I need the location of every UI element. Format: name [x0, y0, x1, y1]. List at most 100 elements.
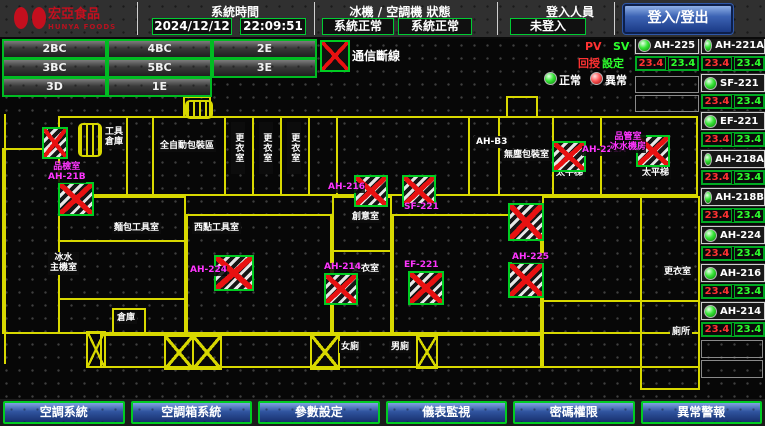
header-bar: 宏亞食品 HUNYA FOODS 系統時間 2024/12/12 22:09:5… — [0, 0, 765, 39]
wall — [60, 298, 184, 300]
abnormal-led-icon — [590, 72, 603, 85]
pv-value: 23.4 — [636, 57, 666, 70]
sv-value: 23.4 — [734, 209, 764, 222]
status-led-icon — [704, 115, 717, 128]
equipment-values: 23.4 23.4 — [701, 132, 765, 147]
stairwell-x-icon — [416, 335, 438, 369]
stairwell-x-icon — [86, 331, 106, 368]
equipment-button-ah-218a[interactable]: AH-218A — [701, 150, 765, 168]
comm-fail-marker[interactable] — [408, 271, 444, 305]
login-logout-button[interactable]: 登入/登出 — [623, 4, 733, 34]
pv-value: 23.4 — [702, 285, 732, 298]
sv-value: 23.4 — [734, 285, 764, 298]
wall — [224, 118, 226, 194]
equipment-values: 23.4 23.4 — [701, 284, 765, 299]
status-led-icon — [704, 39, 712, 52]
wall — [640, 196, 700, 390]
room-label: 廁所 — [670, 326, 692, 338]
bottom-nav-bar: 空調系統 空調箱系統 參數設定 儀表監視 密碼權限 異常警報 — [0, 399, 765, 426]
logo-shape-left — [14, 7, 28, 29]
equipment-button-sf-221[interactable]: SF-221 — [701, 74, 765, 92]
nav-button-param-settings[interactable]: 參數設定 — [258, 401, 380, 424]
floor-button-2e[interactable]: 2E — [212, 39, 317, 59]
wall — [506, 96, 538, 118]
floor-button-2bc[interactable]: 2BC — [2, 39, 107, 59]
equipment-button-ah-214[interactable]: AH-214 — [701, 302, 765, 320]
equipment-values: 23.4 23.4 — [701, 322, 765, 337]
nav-button-ac-system[interactable]: 空調系統 — [3, 401, 125, 424]
equipment-values: 23.4 23.4 — [635, 56, 699, 71]
floor-button-4bc[interactable]: 4BC — [107, 39, 212, 59]
wall — [4, 114, 6, 364]
comm-fail-marker[interactable] — [508, 203, 544, 241]
wall — [152, 118, 154, 194]
comm-fail-marker[interactable] — [324, 273, 358, 305]
equipment-unit-ef-221: EF-221 23.4 23.4 — [701, 112, 765, 147]
equipment-name: SF-221 — [720, 78, 759, 89]
sv-value: 23.4 — [734, 247, 764, 260]
room-label: 全自動包裝區 — [158, 140, 216, 152]
device-label: AH-225 — [512, 253, 549, 263]
nav-button-meter-monitor[interactable]: 儀表監視 — [386, 401, 508, 424]
room-label: AH-B3 — [474, 136, 509, 148]
equipment-values: 23.4 23.4 — [701, 170, 765, 185]
wall — [60, 240, 184, 242]
sv-value: 23.4 — [734, 95, 764, 108]
comm-fail-marker[interactable] — [552, 141, 586, 172]
room-label: 倉庫 — [115, 312, 137, 324]
device-label: AH-214 — [324, 263, 361, 273]
floor-button-3e[interactable]: 3E — [212, 58, 317, 78]
room-label: 西點工具室 — [192, 222, 241, 234]
equipment-button-ef-221[interactable]: EF-221 — [701, 112, 765, 130]
equipment-button-ah-218b[interactable]: AH-218B — [701, 188, 765, 206]
floor-button-5bc[interactable]: 5BC — [107, 58, 212, 78]
sv-value: 23.4 — [734, 323, 764, 336]
empty-slot — [701, 340, 763, 358]
header-divider — [497, 2, 498, 35]
equipment-name: AH-218A — [715, 154, 764, 165]
system-date-value: 2024/12/12 — [152, 18, 232, 35]
sv-value: 23.4 — [734, 171, 764, 184]
equipment-name: AH-216 — [720, 268, 761, 279]
equipment-name: AH-214 — [720, 306, 761, 317]
floor-button-3d[interactable]: 3D — [2, 77, 107, 97]
brand-name: 宏亞食品 — [48, 8, 100, 21]
pv-value: 23.4 — [702, 57, 732, 70]
wall — [600, 118, 602, 194]
comm-fail-marker[interactable] — [42, 127, 68, 159]
equipment-unit-ah-214: AH-214 23.4 23.4 — [701, 302, 765, 337]
pv-value: 23.4 — [702, 323, 732, 336]
status-led-icon — [704, 153, 712, 166]
header-divider — [137, 2, 138, 35]
equipment-values: 23.4 23.4 — [701, 208, 765, 223]
status-led-icon — [704, 229, 717, 242]
comm-fail-marker[interactable] — [58, 182, 94, 216]
comm-fail-marker[interactable] — [508, 262, 544, 298]
status-led-icon — [704, 77, 717, 90]
nav-button-ahu-system[interactable]: 空調箱系統 — [131, 401, 253, 424]
equipment-button-ah-216[interactable]: AH-216 — [701, 264, 765, 282]
nav-button-password-auth[interactable]: 密碼權限 — [513, 401, 635, 424]
normal-label: 正常 — [559, 72, 581, 88]
ahu-status-value: 系統正常 — [398, 18, 472, 35]
room-label: 女廁 — [339, 341, 361, 353]
header-divider — [314, 2, 315, 35]
device-label: AH-224 — [190, 266, 227, 276]
wall — [280, 118, 282, 194]
equipment-name: AH-224 — [720, 230, 761, 241]
comm-fail-legend-icon — [320, 40, 350, 72]
equipment-name: AH-221A — [715, 40, 764, 51]
wall — [252, 118, 254, 194]
device-label: 品檢室 AH-21B — [48, 163, 86, 183]
nav-button-alarm[interactable]: 異常警報 — [641, 401, 763, 424]
equipment-button-ah-224[interactable]: AH-224 — [701, 226, 765, 244]
logo-shape-right — [32, 7, 46, 29]
floor-button-1e[interactable]: 1E — [107, 77, 212, 97]
room-label: 麵包工具室 — [112, 222, 161, 234]
equipment-name: AH-225 — [654, 40, 695, 51]
floor-button-3bc[interactable]: 3BC — [2, 58, 107, 78]
pv-value: 23.4 — [702, 209, 732, 222]
equipment-values: 23.4 23.4 — [701, 94, 765, 109]
pv-value: 23.4 — [702, 95, 732, 108]
equipment-values: 23.4 23.4 — [701, 56, 765, 71]
